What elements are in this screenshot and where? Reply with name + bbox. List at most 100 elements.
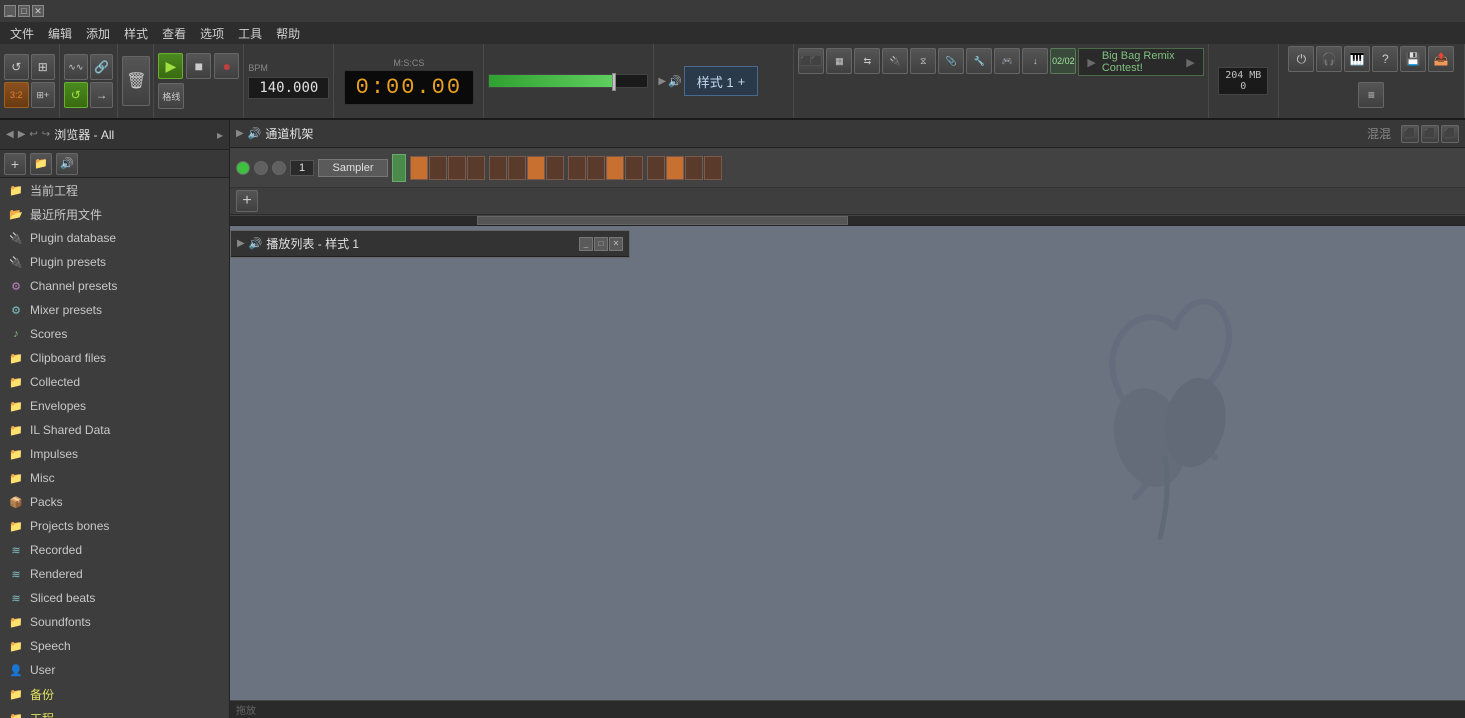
sidebar-item-speech[interactable]: 📁 Speech	[0, 634, 229, 658]
settings-icon[interactable]: ⏻	[1288, 46, 1314, 72]
sidebar-item-collected[interactable]: 📁 Collected	[0, 370, 229, 394]
bpm-display[interactable]: 140.000	[248, 77, 329, 99]
beat-btn-10[interactable]	[587, 156, 605, 180]
sidebar-item-clipboard[interactable]: 📁 Clipboard files	[0, 346, 229, 370]
mixer-btn-6[interactable]: 📎	[938, 48, 964, 74]
volume-thumb[interactable]	[612, 73, 616, 91]
sidebar-item-impulses[interactable]: 📁 Impulses	[0, 442, 229, 466]
sidebar-item-soundfonts[interactable]: 📁 Soundfonts	[0, 610, 229, 634]
mixer-btn-3[interactable]: ⇆	[854, 48, 880, 74]
question-icon[interactable]: ?	[1372, 46, 1398, 72]
title-bar-controls[interactable]: _ □ ✕	[4, 5, 44, 17]
sidebar-speaker-btn[interactable]: 🔊	[56, 153, 78, 175]
sidebar-redo[interactable]: ↪	[42, 129, 50, 140]
sidebar-item-channel-presets[interactable]: ⚙ Channel presets	[0, 274, 229, 298]
sidebar-item-project[interactable]: 📁 工程	[0, 706, 229, 718]
mixer-btn-2[interactable]: ▦	[826, 48, 852, 74]
master-volume-slider[interactable]	[488, 74, 648, 88]
toolbar-icon-2[interactable]: ⊞	[31, 54, 56, 80]
stop-button[interactable]: ■	[186, 53, 211, 79]
sidebar-item-current-project[interactable]: 📁 当前工程	[0, 178, 229, 202]
beat-btn-11[interactable]	[606, 156, 624, 180]
mixer-btn-1[interactable]: ⬛⬛	[798, 48, 824, 74]
beat-btn-9[interactable]	[568, 156, 586, 180]
beat-btn-4[interactable]	[467, 156, 485, 180]
channel-name[interactable]: Sampler	[318, 159, 388, 177]
sidebar-item-projects-bones[interactable]: 📁 Projects bones	[0, 514, 229, 538]
menu-options[interactable]: 选项	[194, 23, 230, 44]
beat-btn-3[interactable]	[448, 156, 466, 180]
playlist-restore[interactable]: □	[594, 237, 608, 251]
mixer-btn-7[interactable]: 🔧	[966, 48, 992, 74]
minimize-btn[interactable]: _	[4, 5, 16, 17]
audio-icon[interactable]: 🎧	[1316, 46, 1342, 72]
maximize-btn[interactable]: □	[18, 5, 30, 17]
sidebar-expand[interactable]: ▸	[217, 128, 223, 142]
sidebar-item-scores[interactable]: ♪ Scores	[0, 322, 229, 346]
link-icon[interactable]: 🔗	[90, 54, 114, 80]
mixer-btn-10[interactable]: 02/02	[1050, 48, 1076, 74]
beat-btn-14[interactable]	[666, 156, 684, 180]
beat-btn-8[interactable]	[546, 156, 564, 180]
close-btn[interactable]: ✕	[32, 5, 44, 17]
playlist-minimize[interactable]: _	[579, 237, 593, 251]
channel-solo-btn[interactable]	[272, 161, 286, 175]
sidebar-item-plugin-presets[interactable]: 🔌 Plugin presets	[0, 250, 229, 274]
beat-btn-6[interactable]	[508, 156, 526, 180]
beat-btn-13[interactable]	[647, 156, 665, 180]
sidebar-item-packs[interactable]: 📦 Packs	[0, 490, 229, 514]
menu-file[interactable]: 文件	[4, 23, 40, 44]
sidebar-item-mixer-presets[interactable]: ⚙ Mixer presets	[0, 298, 229, 322]
beat-btn-16[interactable]	[704, 156, 722, 180]
beat-btn-7[interactable]	[527, 156, 545, 180]
sidebar-item-envelopes[interactable]: 📁 Envelopes	[0, 394, 229, 418]
sidebar-nav-prev[interactable]: ◀	[6, 129, 14, 140]
arrow-icon[interactable]: →	[90, 82, 114, 108]
add-channel-btn[interactable]: +	[236, 190, 258, 212]
toolbar-icon-3[interactable]: 3:2	[4, 82, 29, 108]
refresh-icon[interactable]: ↺	[64, 82, 88, 108]
playlist-close[interactable]: ✕	[609, 237, 623, 251]
sidebar-add-btn[interactable]: +	[4, 153, 26, 175]
toolbar-icon-1[interactable]: ↺	[4, 54, 29, 80]
channel-rack-icon-2[interactable]: ⬛	[1421, 125, 1439, 143]
channel-rack-scrollbar-thumb[interactable]	[477, 216, 848, 225]
waveform-icon[interactable]: ∿∿	[64, 54, 88, 80]
beat-btn-15[interactable]	[685, 156, 703, 180]
pattern-selector[interactable]: 样式 1 +	[684, 66, 758, 96]
sidebar-item-sliced-beats[interactable]: ≋ Sliced beats	[0, 586, 229, 610]
export-icon[interactable]: 📤	[1428, 46, 1454, 72]
sidebar-undo[interactable]: ↩	[29, 129, 37, 140]
channel-rack-icon-3[interactable]: ⬛	[1441, 125, 1459, 143]
sidebar-item-il-shared-data[interactable]: 📁 IL Shared Data	[0, 418, 229, 442]
beat-btn-1[interactable]	[410, 156, 428, 180]
menu-edit[interactable]: 编辑	[42, 23, 78, 44]
sidebar-folder-btn[interactable]: 📁	[30, 153, 52, 175]
menu-style[interactable]: 样式	[118, 23, 154, 44]
sidebar-item-plugin-database[interactable]: 🔌 Plugin database	[0, 226, 229, 250]
play-button[interactable]: ▶	[158, 53, 183, 79]
sidebar-nav-next[interactable]: ▶	[18, 129, 26, 140]
channel-mute-btn[interactable]	[254, 161, 268, 175]
sidebar-item-misc[interactable]: 📁 Misc	[0, 466, 229, 490]
trash-icon[interactable]: 🗑	[122, 56, 150, 106]
toolbar-icon-4[interactable]: ⊞+	[31, 82, 56, 108]
sidebar-item-recent-files[interactable]: 📂 最近所用文件	[0, 202, 229, 226]
mixer-btn-9[interactable]: ↓	[1022, 48, 1048, 74]
beat-btn-12[interactable]	[625, 156, 643, 180]
menu-view[interactable]: 查看	[156, 23, 192, 44]
mixer-btn-4[interactable]: 🔌	[882, 48, 908, 74]
playlist-window-controls[interactable]: _ □ ✕	[579, 237, 623, 251]
sidebar-item-rendered[interactable]: ≋ Rendered	[0, 562, 229, 586]
menu-tools[interactable]: 工具	[232, 23, 268, 44]
channel-rack-scrollbar[interactable]	[230, 215, 1465, 225]
sidebar-item-recorded[interactable]: ≋ Recorded	[0, 538, 229, 562]
channel-rack-icon-1[interactable]: ⬛	[1401, 125, 1419, 143]
mixer-btn-5[interactable]: ⧖	[910, 48, 936, 74]
mixer-btn-8[interactable]: 🎮	[994, 48, 1020, 74]
channel-level-indicator[interactable]	[392, 154, 406, 182]
menu-add[interactable]: 添加	[80, 23, 116, 44]
grid-toggle[interactable]: 格线	[158, 83, 184, 109]
menu-help[interactable]: 帮助	[270, 23, 306, 44]
sidebar-item-user[interactable]: 👤 User	[0, 658, 229, 682]
